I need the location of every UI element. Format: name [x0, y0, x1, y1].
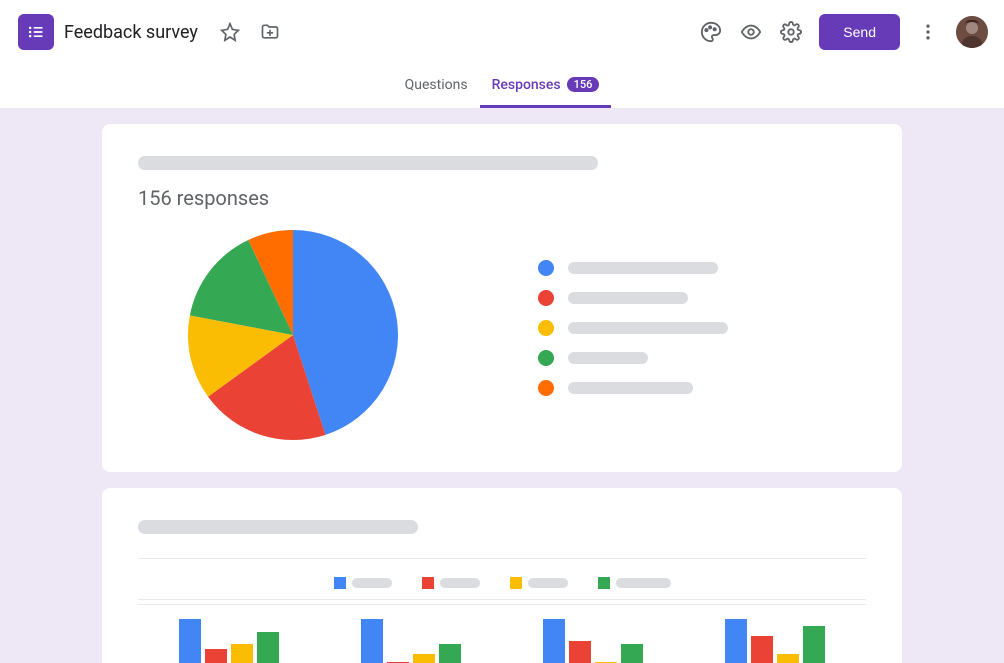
account-avatar[interactable]	[956, 16, 988, 48]
document-title[interactable]: Feedback survey	[64, 22, 198, 43]
bar	[361, 619, 383, 663]
bar	[803, 626, 825, 663]
pie-chart	[188, 230, 398, 440]
bar	[777, 654, 799, 663]
bar-group	[543, 619, 643, 663]
tab-responses[interactable]: Responses 156	[480, 64, 612, 108]
question-title-placeholder	[138, 156, 598, 170]
send-button[interactable]: Send	[819, 14, 900, 50]
bar-card	[102, 488, 902, 663]
responses-count-badge: 156	[567, 77, 600, 92]
bar	[179, 619, 201, 663]
settings-icon[interactable]	[771, 12, 811, 52]
more-icon[interactable]	[908, 12, 948, 52]
legend-item	[538, 260, 728, 276]
content-area: 156 responses	[0, 108, 1004, 663]
tab-responses-label: Responses	[492, 77, 561, 93]
bar	[257, 632, 279, 663]
move-folder-icon[interactable]	[250, 12, 290, 52]
bar-group	[179, 619, 279, 663]
legend-item	[538, 290, 728, 306]
bar	[569, 641, 591, 663]
tabs: Questions Responses 156	[0, 64, 1004, 108]
question-title-placeholder	[138, 520, 418, 534]
bar-group	[361, 619, 461, 663]
bar	[231, 644, 253, 663]
tab-questions-label: Questions	[405, 77, 468, 93]
star-icon[interactable]	[210, 12, 250, 52]
bar	[725, 619, 747, 663]
legend-item	[538, 350, 728, 366]
bar-chart	[138, 604, 866, 663]
bar-legend	[138, 577, 866, 589]
tab-questions[interactable]: Questions	[393, 64, 480, 108]
bar	[439, 644, 461, 663]
app-logo[interactable]	[16, 12, 56, 52]
bar	[413, 654, 435, 663]
bar	[751, 636, 773, 663]
header: Feedback survey Send	[0, 0, 1004, 64]
legend-item	[538, 320, 728, 336]
bar	[205, 649, 227, 663]
bar	[543, 619, 565, 663]
bar-group	[725, 619, 825, 663]
responses-count-label: 156 responses	[138, 186, 866, 210]
bar-legend-item	[422, 577, 480, 589]
bar-legend-item	[334, 577, 392, 589]
preview-icon[interactable]	[731, 12, 771, 52]
pie-legend	[538, 260, 728, 410]
summary-card: 156 responses	[102, 124, 902, 472]
palette-icon[interactable]	[691, 12, 731, 52]
bar-legend-item	[598, 577, 671, 589]
bar-legend-item	[510, 577, 568, 589]
bar	[621, 644, 643, 663]
legend-item	[538, 380, 728, 396]
